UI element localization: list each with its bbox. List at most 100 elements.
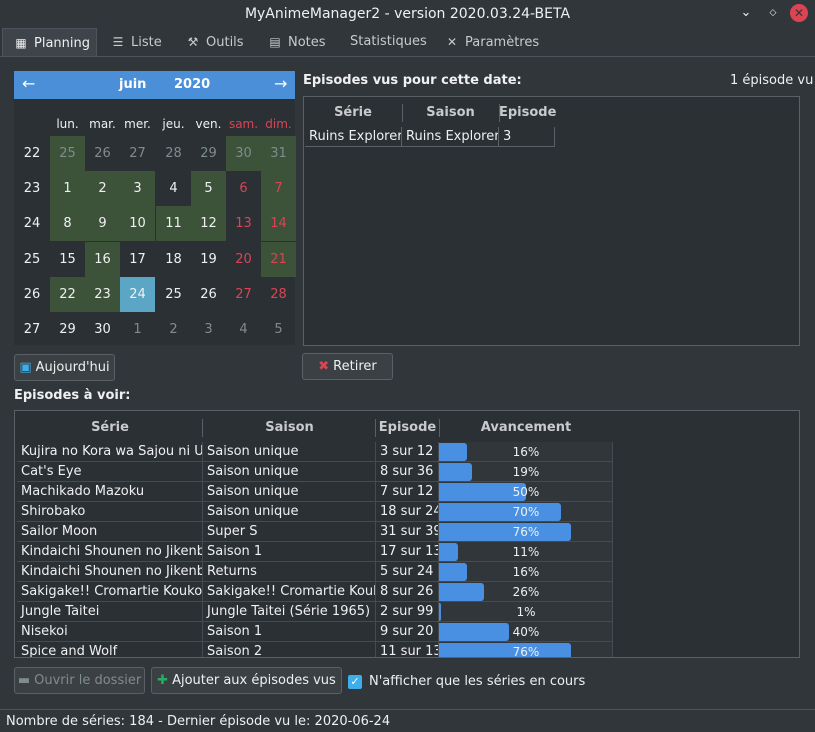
calendar-day[interactable]: 2: [156, 312, 191, 347]
col-header-saison[interactable]: Saison: [402, 100, 499, 126]
col-header-serie[interactable]: Série: [17, 416, 203, 440]
tab-notes[interactable]: ▤ Notes: [257, 28, 335, 56]
next-month-button[interactable]: →: [274, 74, 287, 93]
episode-cell[interactable]: 31 sur 39: [376, 522, 439, 542]
progress-cell[interactable]: 16%: [439, 562, 613, 582]
progress-cell[interactable]: 11%: [439, 542, 613, 562]
table-row[interactable]: Jungle Taitei Jungle Taitei (Série 1965) 2…: [17, 602, 613, 622]
saison-cell[interactable]: Sakigake!! Cromartie Koukou: [203, 582, 376, 602]
saison-cell[interactable]: Saison 2: [203, 642, 376, 657]
serie-cell[interactable]: Kujira no Kora wa Sajou ni Utau: [17, 442, 203, 462]
table-row[interactable]: Machikado Mazoku Saison unique 7 sur 12 50%: [17, 482, 613, 502]
serie-cell[interactable]: Kindaichi Shounen no Jikenbo: [17, 562, 203, 582]
episode-cell[interactable]: 7 sur 12: [376, 482, 439, 502]
calendar-day[interactable]: 8: [50, 206, 85, 241]
progress-cell[interactable]: 76%: [439, 522, 613, 542]
calendar-day[interactable]: 18: [156, 242, 191, 277]
calendar-day[interactable]: 30: [226, 136, 261, 171]
episode-cell[interactable]: 8 sur 36: [376, 462, 439, 482]
only-ongoing-checkbox[interactable]: ✓: [348, 675, 362, 689]
progress-cell[interactable]: 26%: [439, 582, 613, 602]
tab-planning[interactable]: ▦ Planning: [2, 28, 97, 56]
table-row[interactable]: Nisekoi Saison 19 sur 20 40%: [17, 622, 613, 642]
serie-cell[interactable]: Jungle Taitei: [17, 602, 203, 622]
serie-cell[interactable]: Spice and Wolf: [17, 642, 203, 657]
col-header-avancement[interactable]: Avancement: [439, 416, 613, 440]
calendar-day[interactable]: 4: [226, 312, 261, 347]
prev-month-button[interactable]: ←: [22, 74, 35, 93]
watched-table[interactable]: Série Saison Episode Ruins Explorers Rui…: [303, 96, 800, 346]
progress-cell[interactable]: 16%: [439, 442, 613, 462]
remove-button[interactable]: ✖ Retirer: [302, 353, 393, 380]
add-watched-button[interactable]: ✚ Ajouter aux épisodes vus: [151, 667, 342, 694]
calendar-day[interactable]: 24: [120, 277, 155, 312]
calendar-day[interactable]: 12: [191, 206, 226, 241]
calendar-day[interactable]: 5: [261, 312, 296, 347]
calendar-day[interactable]: 28: [156, 136, 191, 171]
calendar-day[interactable]: 27: [120, 136, 155, 171]
calendar-day[interactable]: 17: [120, 242, 155, 277]
table-row[interactable]: Kujira no Kora wa Sajou ni UtauSaison un…: [17, 442, 613, 462]
calendar-day[interactable]: 2: [85, 171, 120, 206]
calendar-day[interactable]: 1: [120, 312, 155, 347]
calendar-day[interactable]: 26: [85, 136, 120, 171]
year-selector[interactable]: 2020: [174, 77, 210, 92]
episode-cell[interactable]: 2 sur 99: [376, 602, 439, 622]
calendar-day[interactable]: 28: [261, 277, 296, 312]
saison-cell[interactable]: Saison 1: [203, 622, 376, 642]
calendar-day[interactable]: 13: [226, 206, 261, 241]
table-row[interactable]: Kindaichi Shounen no Jikenbo Saison 1 17 s…: [17, 542, 613, 562]
episode-cell[interactable]: 17 sur 138: [376, 542, 439, 562]
calendar-day[interactable]: 1: [50, 171, 85, 206]
calendar-day[interactable]: 30: [85, 312, 120, 347]
table-row[interactable]: Sailor Moon Super S 31 sur 39 76%: [17, 522, 613, 542]
calendar-day[interactable]: 6: [226, 171, 261, 206]
calendar-day[interactable]: 4: [156, 171, 191, 206]
progress-cell[interactable]: 1%: [439, 602, 613, 622]
calendar-day[interactable]: 5: [191, 171, 226, 206]
episode-cell[interactable]: 8 sur 26: [376, 582, 439, 602]
month-selector[interactable]: juin: [119, 77, 146, 92]
calendar-day[interactable]: 26: [191, 277, 226, 312]
calendar-day[interactable]: 11: [156, 206, 191, 241]
calendar-day[interactable]: 25: [156, 277, 191, 312]
today-button[interactable]: ▣ Aujourd'hui: [14, 354, 115, 381]
serie-cell[interactable]: Nisekoi: [17, 622, 203, 642]
calendar-day[interactable]: 27: [226, 277, 261, 312]
serie-cell[interactable]: Sailor Moon: [17, 522, 203, 542]
open-folder-button[interactable]: ▬ Ouvrir le dossier: [14, 667, 145, 694]
calendar-day[interactable]: 19: [191, 242, 226, 277]
col-header-episode[interactable]: Episode: [376, 416, 439, 440]
calendar-day[interactable]: 22: [50, 277, 85, 312]
calendar-day[interactable]: 14: [261, 206, 296, 241]
progress-cell[interactable]: 50%: [439, 482, 613, 502]
episode-cell[interactable]: 18 sur 24: [376, 502, 439, 522]
calendar-day[interactable]: 3: [120, 171, 155, 206]
minimize-button[interactable]: ⌄: [737, 4, 755, 22]
table-row[interactable]: Cat's Eye Saison unique 8 sur 36 19%: [17, 462, 613, 482]
saison-cell[interactable]: Saison unique: [203, 502, 376, 522]
calendar-day[interactable]: 23: [85, 277, 120, 312]
only-ongoing-label[interactable]: N'afficher que les séries en cours: [369, 674, 585, 689]
serie-cell[interactable]: Cat's Eye: [17, 462, 203, 482]
calendar-day[interactable]: 20: [226, 242, 261, 277]
table-row[interactable]: Kindaichi Shounen no Jikenbo Returns 5 sur…: [17, 562, 613, 582]
episode-cell[interactable]: 9 sur 20: [376, 622, 439, 642]
calendar-day[interactable]: 31: [261, 136, 296, 171]
saison-cell[interactable]: Saison 1: [203, 542, 376, 562]
calendar-day[interactable]: 10: [120, 206, 155, 241]
progress-cell[interactable]: 70%: [439, 502, 613, 522]
table-cell[interactable]: Ruins Explorers: [305, 127, 402, 147]
serie-cell[interactable]: Machikado Mazoku: [17, 482, 203, 502]
table-row[interactable]: Sakigake!! Cromartie Koukou Sakigake!! Cr…: [17, 582, 613, 602]
maximize-button[interactable]: ◇: [764, 4, 782, 22]
calendar-day[interactable]: 29: [191, 136, 226, 171]
table-cell[interactable]: 3: [499, 127, 555, 147]
calendar-day[interactable]: 21: [261, 242, 296, 277]
saison-cell[interactable]: Saison unique: [203, 462, 376, 482]
col-header-saison[interactable]: Saison: [203, 416, 376, 440]
saison-cell[interactable]: Saison unique: [203, 442, 376, 462]
episode-cell[interactable]: 5 sur 24: [376, 562, 439, 582]
episode-cell[interactable]: 3 sur 12: [376, 442, 439, 462]
progress-cell[interactable]: 40%: [439, 622, 613, 642]
